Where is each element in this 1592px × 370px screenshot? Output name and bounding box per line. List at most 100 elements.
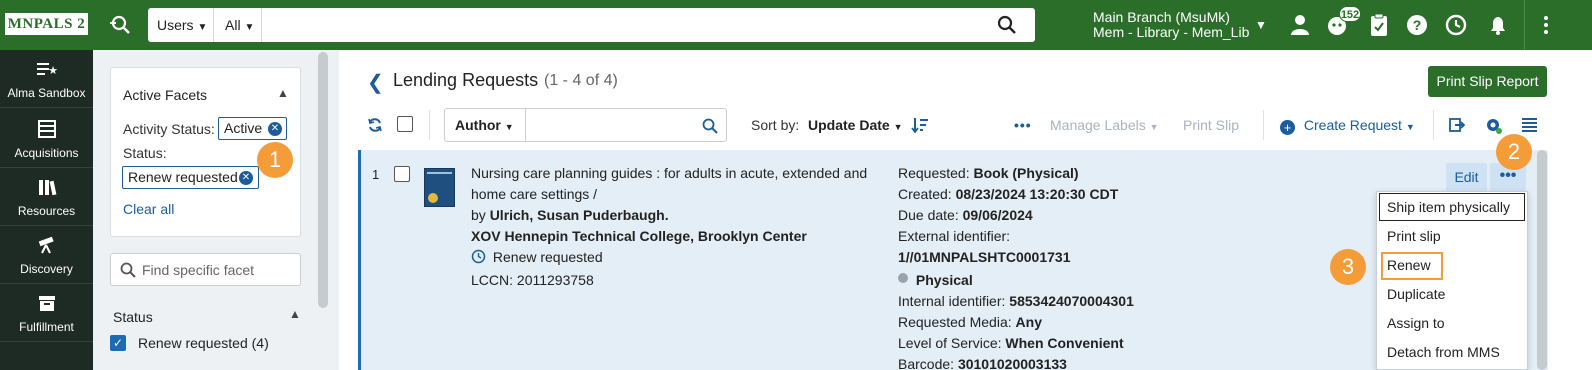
format-line: Physical [898,270,973,291]
status-label: Status: [123,145,167,161]
divider [261,8,262,42]
record-title-line2[interactable]: home care settings / [471,184,597,205]
format-dot-icon [898,273,908,283]
callout-2: 2 [1496,134,1532,170]
search-entity-select[interactable]: Users ▼ [157,8,207,42]
facet-search-input[interactable] [142,260,292,280]
sort-label: Sort by: [751,117,800,133]
nav-item-fulfillment[interactable]: Fulfillment [0,284,93,342]
divider [429,110,430,140]
nav-label: Discovery [20,262,73,276]
left-nav: ★ Alma Sandbox Acquisitions Resources Di… [0,50,93,370]
create-request-button[interactable]: + Create Request ▼ [1280,112,1415,138]
search-icon[interactable] [702,118,718,134]
location-line2: Mem - Library - Mem_Lib [1093,24,1250,40]
requested-line: Requested: Book (Physical) [898,165,1079,181]
facet-scrollbar[interactable] [318,52,328,308]
requested-media-line: Requested Media: Any [898,314,1042,330]
created-line: Created: 08/23/2024 13:20:30 CDT [898,186,1119,202]
manage-labels-button[interactable]: Manage Labels ▼ [1050,112,1159,138]
search-field-select[interactable]: Author ▼ [444,108,526,142]
sort-direction-icon[interactable] [911,117,929,133]
callout-1: 1 [257,142,293,178]
nav-item-resources[interactable]: Resources [0,168,93,226]
nav-item-acquisitions[interactable]: Acquisitions [0,110,93,168]
barcode-line: Barcode: 30101020003133 [898,356,1067,370]
svg-text:?: ? [1413,17,1422,33]
status-text: Renew requested [492,249,603,265]
result-count: (1 - 4 of 4) [544,72,618,89]
callout-3: 3 [1330,249,1366,285]
barcode-value: 30101020003133 [957,356,1067,370]
print-slip-button[interactable]: Print Slip [1183,112,1239,138]
status-facet-heading: Status [113,309,153,325]
refresh-icon[interactable] [367,117,383,133]
person-add-icon[interactable] [108,12,134,38]
nav-item-discovery[interactable]: Discovery [0,226,93,284]
top-bar: MNPALS 2 Users ▼ All ▼ Main Branch (MsuM… [0,0,1592,50]
format-value: Physical [915,272,973,288]
menu-item-ship-item-physically[interactable]: Ship item physically [1379,193,1525,221]
divider [1524,0,1525,50]
search-scope-select[interactable]: All ▼ [225,8,254,42]
chip-label: Active [224,120,263,136]
internal-identifier-value: 5853424070004301 [1009,293,1134,309]
search-icon[interactable] [997,15,1017,35]
lccn-line: LCCN: 2011293758 [471,272,594,288]
current-location[interactable]: Main Branch (MsuMk) Mem - Library - Mem_… [1093,10,1249,40]
nav-label: Fulfillment [19,320,74,334]
help-icon[interactable]: ? [1403,11,1431,39]
nav-item-alma-sandbox[interactable]: ★ Alma Sandbox [0,50,93,108]
lccn-value: 2011293758 [516,272,594,288]
resources-icon [39,180,57,196]
settings-icon[interactable] [1484,116,1504,135]
menu-item-print-slip[interactable]: Print slip [1378,222,1526,251]
divider [1263,110,1264,140]
book-cover-image [424,168,455,207]
status-facet-chip: Renew requested ✕ [122,166,259,189]
requested-value: Book (Physical) [973,165,1079,181]
kebab-icon[interactable] [1532,11,1560,39]
row-index: 1 [372,167,380,182]
chevron-up-icon[interactable]: ▲ [277,86,289,100]
print-slip-report-button[interactable]: Print Slip Report [1428,66,1547,97]
search-input[interactable] [264,10,984,40]
chevron-up-icon[interactable]: ▲ [289,307,301,321]
author-search-input[interactable] [532,115,692,135]
menu-item-detach-from-mms[interactable]: Detach from MMS [1378,338,1526,367]
select-all-checkbox[interactable] [397,116,413,132]
active-facet-chip: Active ✕ [218,117,287,140]
clipboard-icon[interactable] [1365,11,1393,39]
results-scrollbar[interactable] [1537,150,1547,370]
partner-institution: XOV Hennepin Technical College, Brooklyn… [471,228,807,244]
sort-select[interactable]: Update Date ▼ [808,117,903,133]
list-view-icon[interactable] [1521,117,1538,133]
remove-facet-icon[interactable]: ✕ [239,171,253,185]
checkbox-checked-icon[interactable]: ✓ [110,335,126,351]
row-checkbox[interactable] [394,166,410,182]
active-facets-title: Active Facets [123,87,208,103]
record-title-line1[interactable]: Nursing care planning guides : for adult… [471,163,867,184]
bell-icon[interactable] [1484,11,1512,39]
internal-identifier-line: Internal identifier: 5853424070004301 [898,293,1134,309]
acquisitions-icon [38,120,56,138]
back-arrow-icon[interactable]: ❮ [367,70,384,95]
chevron-down-icon[interactable]: ▼ [1255,18,1267,32]
user-icon[interactable] [1286,11,1314,39]
edit-button[interactable]: Edit [1446,163,1487,191]
record-author: Ulrich, Susan Puderbaugh. [489,207,669,223]
nav-label: Resources [17,204,76,218]
svg-text:★: ★ [48,65,58,77]
app-logo[interactable]: MNPALS 2 [5,13,88,35]
menu-item-assign-to[interactable]: Assign to [1378,309,1526,338]
level-of-service-line: Level of Service: When Convenient [898,335,1124,351]
renew-highlight [1381,252,1443,280]
remove-facet-icon[interactable]: ✕ [268,122,282,136]
more-actions-icon[interactable]: ••• [1014,112,1032,138]
activity-status-label: Activity Status: [123,121,215,137]
clear-all-link[interactable]: Clear all [123,201,174,217]
divider [1433,110,1434,140]
menu-item-duplicate[interactable]: Duplicate [1378,280,1526,309]
history-icon[interactable] [1442,11,1470,39]
export-icon[interactable] [1449,117,1466,133]
